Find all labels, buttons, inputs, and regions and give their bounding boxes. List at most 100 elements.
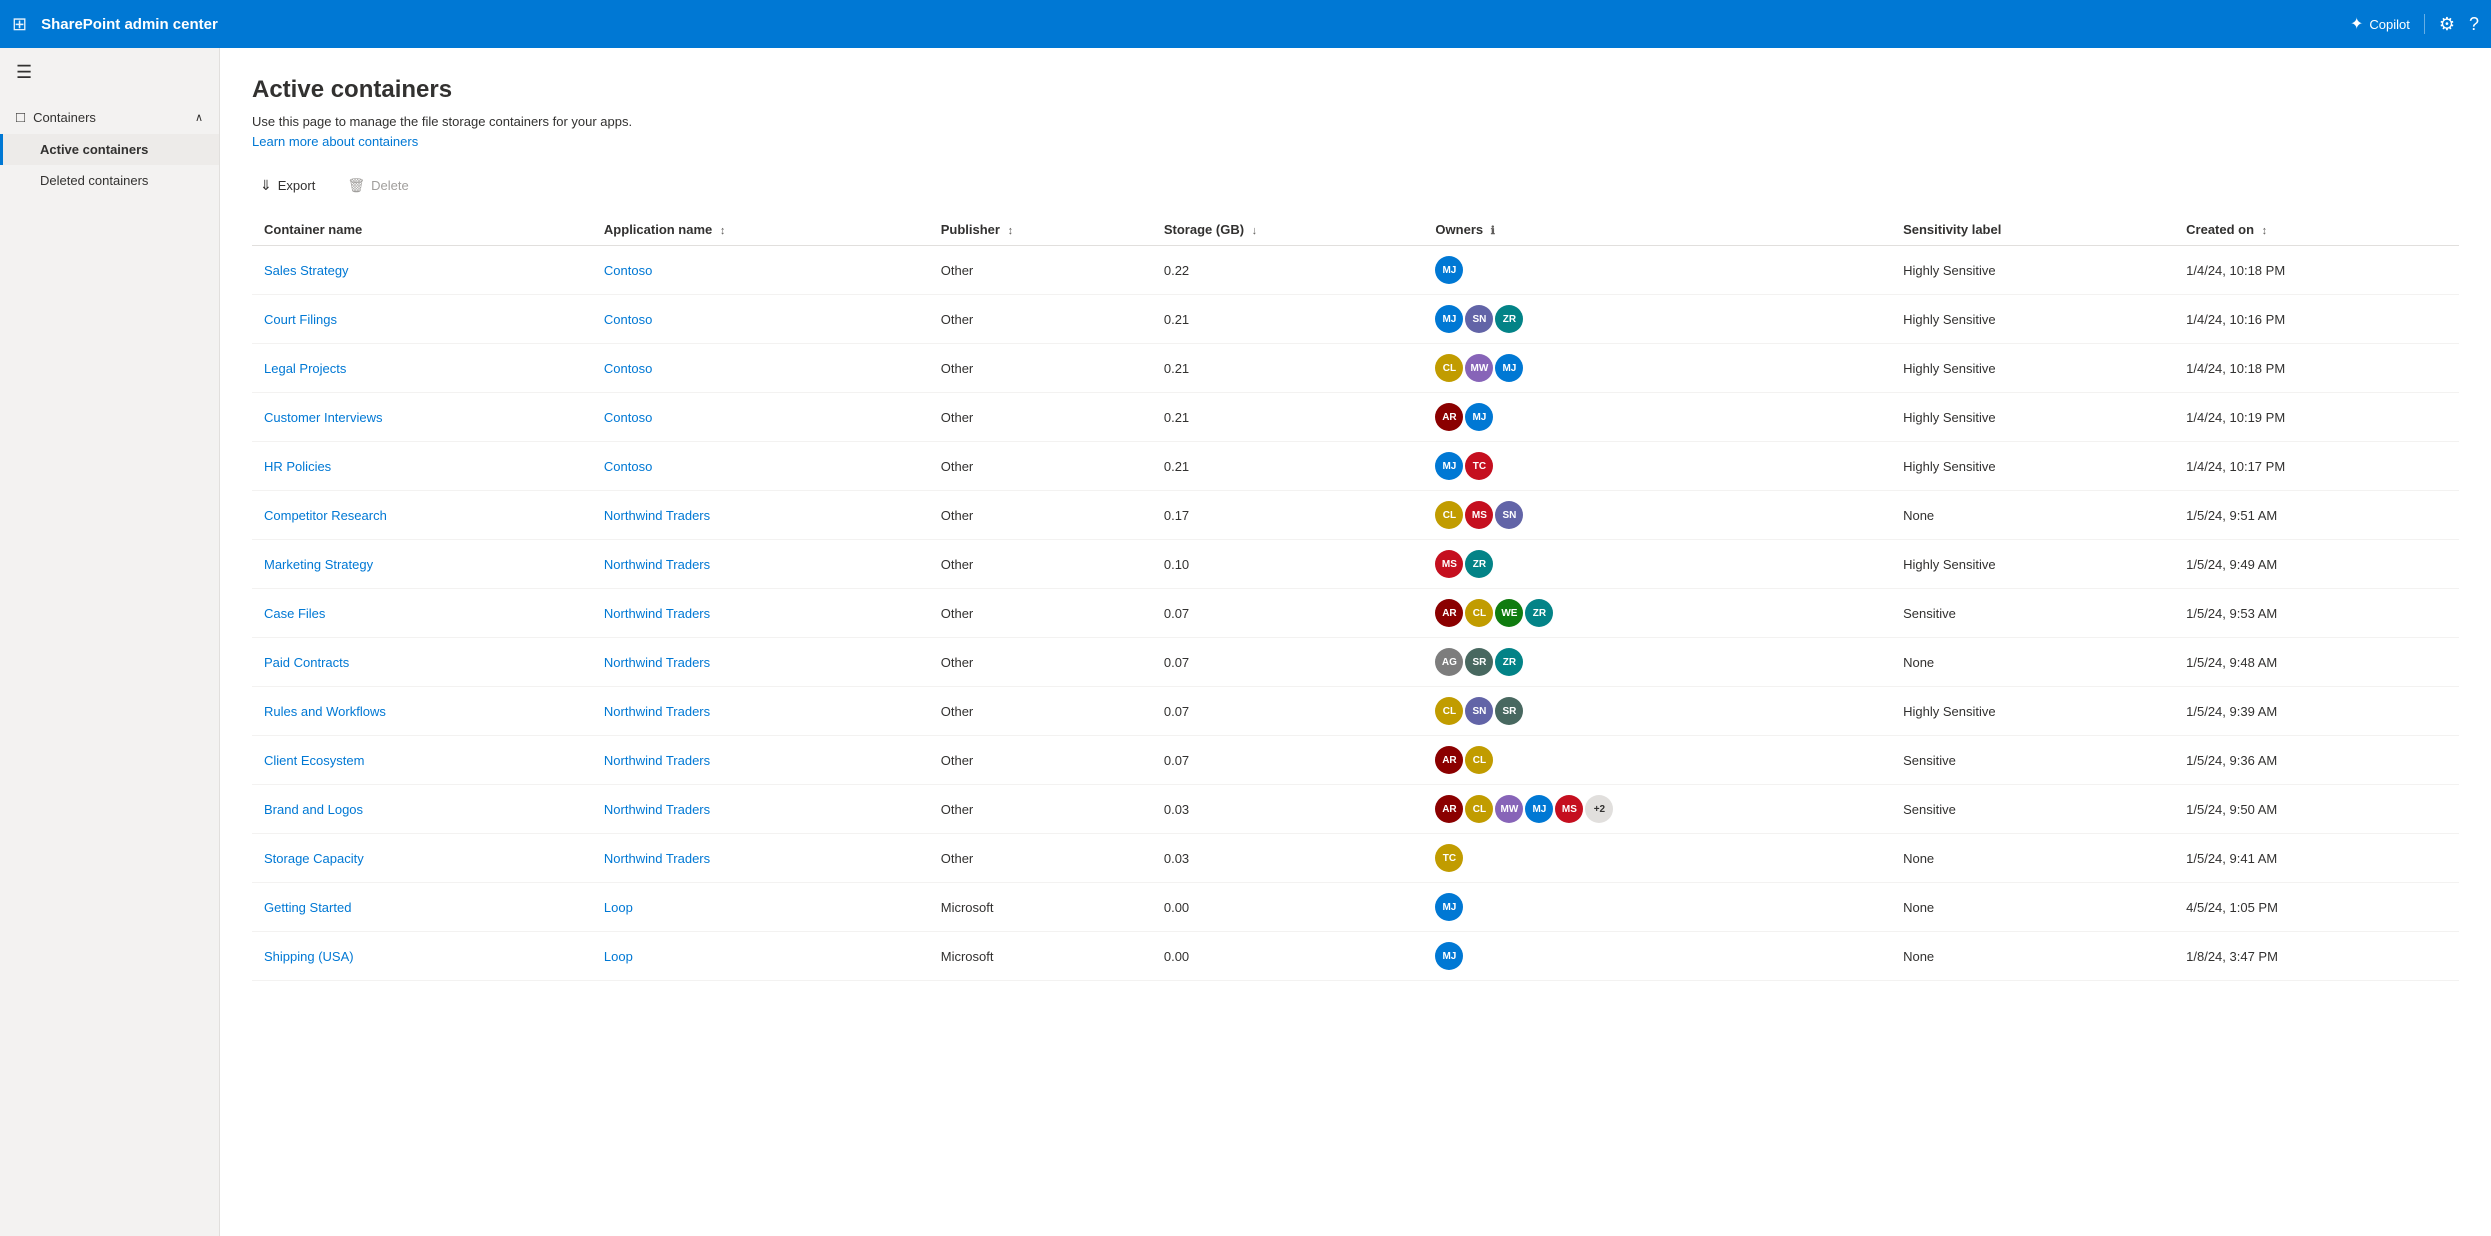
cell-sensitivity: Highly Sensitive [1891,393,2174,442]
storage-sort-icon: ↓ [1252,225,1258,237]
cell-storage: 0.07 [1152,589,1424,638]
copilot-button[interactable]: ✦ Copilot [2350,14,2425,34]
app-name-link[interactable]: Northwind Traders [604,704,710,719]
avatars-group: CLMSSN [1435,501,1879,529]
col-publisher[interactable]: Publisher ↕ [929,214,1152,246]
container-name-link[interactable]: Sales Strategy [264,263,349,278]
container-name-link[interactable]: Customer Interviews [264,410,382,425]
cell-sensitivity: Highly Sensitive [1891,295,2174,344]
app-name-link[interactable]: Loop [604,949,633,964]
delete-label: Delete [371,178,409,193]
hamburger-button[interactable]: ☰ [0,48,219,97]
cell-app-name: Northwind Traders [592,589,929,638]
app-name-link[interactable]: Northwind Traders [604,753,710,768]
container-name-link[interactable]: Storage Capacity [264,851,364,866]
cell-container-name: Legal Projects [252,344,592,393]
settings-icon[interactable]: ⚙ [2439,14,2455,35]
cell-sensitivity: Sensitive [1891,589,2174,638]
app-name-link[interactable]: Northwind Traders [604,802,710,817]
cell-app-name: Contoso [592,295,929,344]
cell-owners: ARMJ [1423,393,1891,442]
container-name-link[interactable]: Getting Started [264,900,351,915]
container-name-link[interactable]: Client Ecosystem [264,753,364,768]
cell-sensitivity: Sensitive [1891,736,2174,785]
export-button[interactable]: ⇓ Export [252,173,323,198]
cell-publisher: Other [929,491,1152,540]
avatars-group: MJ [1435,893,1879,921]
col-application-name[interactable]: Application name ↕ [592,214,929,246]
cell-publisher: Other [929,295,1152,344]
cell-storage: 0.03 [1152,834,1424,883]
container-name-link[interactable]: Legal Projects [264,361,346,376]
cell-container-name: Court Filings [252,295,592,344]
cell-container-name: Sales Strategy [252,246,592,295]
cell-owners: AGSRZR [1423,638,1891,687]
app-name-link[interactable]: Northwind Traders [604,508,710,523]
containers-table: Container name Application name ↕ Publis… [252,214,2459,981]
col-owners[interactable]: Owners ℹ [1423,214,1891,246]
app-name-link[interactable]: Northwind Traders [604,557,710,572]
cell-storage: 0.10 [1152,540,1424,589]
app-name-link[interactable]: Northwind Traders [604,851,710,866]
avatar: MJ [1435,305,1463,333]
cell-created: 1/5/24, 9:51 AM [2174,491,2459,540]
avatar: SN [1465,697,1493,725]
copilot-icon: ✦ [2350,14,2363,34]
container-name-link[interactable]: Case Files [264,606,325,621]
app-name-link[interactable]: Northwind Traders [604,655,710,670]
delete-button[interactable]: 🗑 Delete [339,173,416,198]
container-name-link[interactable]: Paid Contracts [264,655,349,670]
owners-info-icon[interactable]: ℹ [1491,225,1495,237]
cell-app-name: Northwind Traders [592,638,929,687]
avatar: ZR [1495,305,1523,333]
cell-publisher: Other [929,246,1152,295]
avatar: CL [1465,746,1493,774]
cell-sensitivity: Highly Sensitive [1891,442,2174,491]
app-name-link[interactable]: Loop [604,900,633,915]
cell-container-name: Storage Capacity [252,834,592,883]
help-icon[interactable]: ? [2469,14,2479,35]
cell-owners: ARCLWEZR [1423,589,1891,638]
topbar: ⊞ SharePoint admin center ✦ Copilot ⚙ ? [0,0,2491,48]
avatars-group: MJTC [1435,452,1879,480]
sidebar-section-header[interactable]: □ Containers ∧ [0,101,219,134]
app-name-link[interactable]: Contoso [604,459,652,474]
sidebar-item-deleted-containers[interactable]: Deleted containers [0,165,219,196]
cell-owners: CLMSSN [1423,491,1891,540]
cell-publisher: Other [929,736,1152,785]
avatar: MJ [1435,452,1463,480]
col-container-name[interactable]: Container name [252,214,592,246]
cell-container-name: Marketing Strategy [252,540,592,589]
container-name-link[interactable]: HR Policies [264,459,331,474]
cell-storage: 0.21 [1152,344,1424,393]
table-row: Client EcosystemNorthwind TradersOther0.… [252,736,2459,785]
sidebar-item-active-containers[interactable]: Active containers [0,134,219,165]
app-name-link[interactable]: Northwind Traders [604,606,710,621]
col-storage[interactable]: Storage (GB) ↓ [1152,214,1424,246]
app-name-link[interactable]: Contoso [604,410,652,425]
app-name-link[interactable]: Contoso [604,361,652,376]
container-name-link[interactable]: Brand and Logos [264,802,363,817]
cell-created: 1/5/24, 9:41 AM [2174,834,2459,883]
created-sort-icon: ↕ [2262,225,2268,237]
col-created[interactable]: Created on ↕ [2174,214,2459,246]
cell-created: 1/5/24, 9:49 AM [2174,540,2459,589]
container-name-link[interactable]: Shipping (USA) [264,949,354,964]
table-row: Competitor Research Northwind Traders Othe… [252,491,2459,540]
container-name-link[interactable]: Competitor Research [264,508,387,523]
container-name-link[interactable]: Marketing Strategy [264,557,373,572]
app-name-link[interactable]: Contoso [604,263,652,278]
cell-storage: 0.07 [1152,638,1424,687]
cell-app-name: Northwind Traders [592,687,929,736]
delete-icon: 🗑 [347,177,365,194]
learn-more-link[interactable]: Learn more about containers [252,134,418,149]
cell-owners: ARCL [1423,736,1891,785]
avatar: MW [1465,354,1493,382]
container-name-link[interactable]: Rules and Workflows [264,704,386,719]
app-name-link[interactable]: Contoso [604,312,652,327]
topbar-right: ✦ Copilot ⚙ ? [2350,14,2479,35]
container-name-link[interactable]: Court Filings [264,312,337,327]
cell-publisher: Other [929,785,1152,834]
cell-owners: ARCLMWMJMS+2 [1423,785,1891,834]
avatars-group: ARCLWEZR [1435,599,1879,627]
